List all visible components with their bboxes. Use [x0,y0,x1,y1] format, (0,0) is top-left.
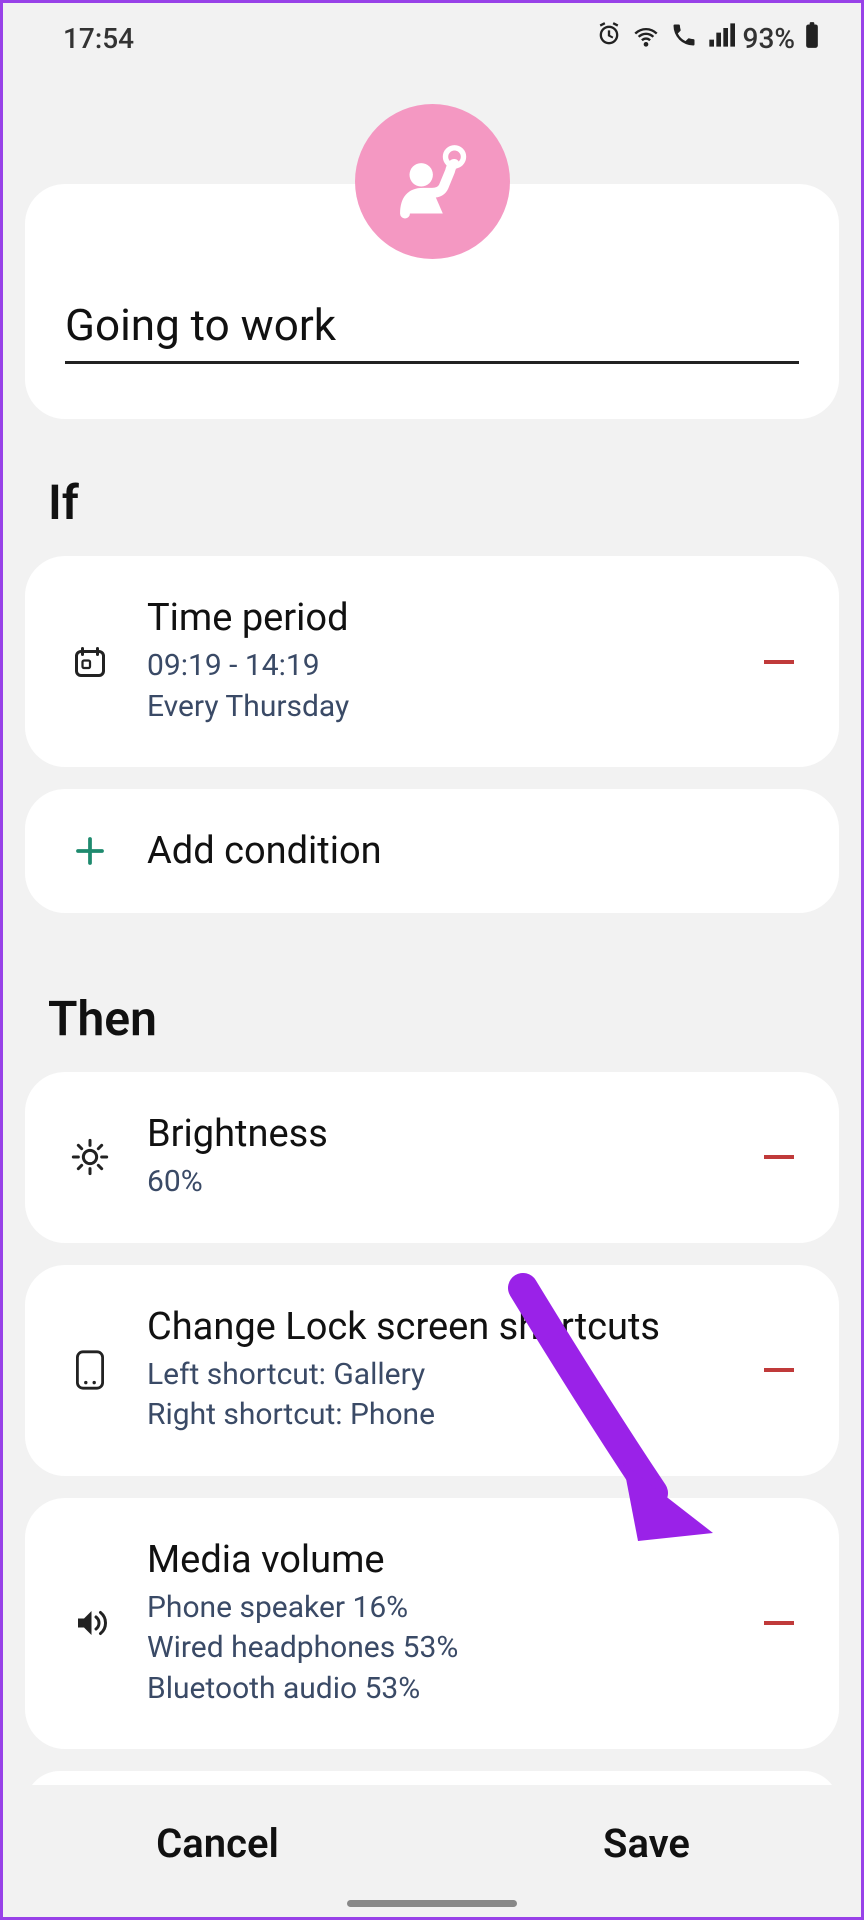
action-title: Media volume [147,1538,727,1582]
condition-sub2: Every Thursday [147,687,727,728]
routine-name-input[interactable] [65,299,799,364]
action-media-volume[interactable]: Media volume Phone speaker 16% Wired hea… [25,1498,839,1750]
action-sub2: Right shortcut: Phone [147,1395,727,1436]
save-button[interactable]: Save [432,1820,861,1867]
action-title: Change Lock screen shortcuts [147,1305,727,1349]
minus-icon [759,1137,799,1177]
status-time: 17:54 [63,22,134,55]
remove-action-button[interactable] [759,1137,799,1177]
remove-action-button[interactable] [759,1350,799,1390]
action-title: Brightness [147,1112,727,1156]
battery-icon [803,21,821,56]
commuter-icon [387,137,477,227]
brightness-icon [65,1137,115,1177]
call-icon [669,21,699,56]
condition-title: Time period [147,596,727,640]
action-sub2: Wired headphones 53% [147,1628,727,1669]
wifi-icon [631,21,661,56]
action-sub1: 60% [147,1162,727,1203]
action-sub1: Left shortcut: Gallery [147,1355,727,1396]
signal-icon [707,21,735,56]
action-sub3: Bluetooth audio 53% [147,1669,727,1710]
plus-icon [65,833,115,869]
alarm-icon [595,21,623,56]
action-sub1: Phone speaker 16% [147,1588,727,1629]
cancel-button[interactable]: Cancel [3,1820,432,1867]
routine-avatar[interactable] [355,104,510,259]
nav-handle[interactable] [347,1900,517,1907]
status-bar: 17:54 93% [3,3,861,74]
if-header: If [3,419,861,556]
then-header: Then [3,935,861,1072]
action-brightness[interactable]: Brightness 60% [25,1072,839,1243]
remove-condition-button[interactable] [759,642,799,682]
add-condition-button[interactable]: Add condition [25,789,839,913]
add-condition-label: Add condition [147,829,382,873]
calendar-icon [65,644,115,680]
condition-time-period[interactable]: Time period 09:19 - 14:19 Every Thursday [25,556,839,767]
minus-icon [759,1603,799,1643]
remove-action-button[interactable] [759,1603,799,1643]
battery-percent: 93% [743,22,795,55]
volume-icon [65,1605,115,1641]
action-lock-screen-shortcuts[interactable]: Change Lock screen shortcuts Left shortc… [25,1265,839,1476]
tablet-icon [65,1349,115,1391]
minus-icon [759,1350,799,1390]
bottom-bar: Cancel Save [3,1785,861,1917]
minus-icon [759,642,799,682]
condition-sub1: 09:19 - 14:19 [147,646,727,687]
status-right: 93% [595,21,821,56]
